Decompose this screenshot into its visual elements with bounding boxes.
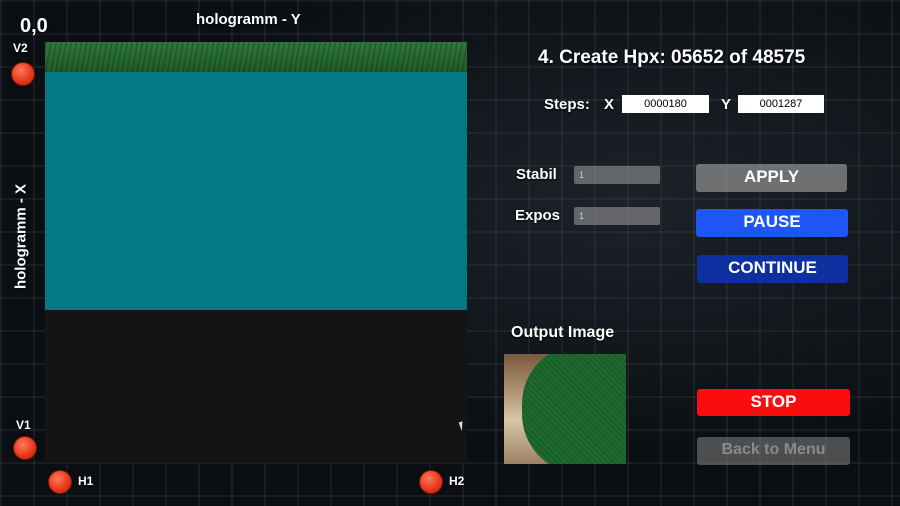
hologram-canvas bbox=[45, 42, 467, 463]
rendered-teal-area bbox=[45, 72, 467, 310]
step-x-label: X bbox=[604, 96, 615, 113]
step-y-value: 0001287 bbox=[738, 95, 824, 113]
corner-label-h1: H1 bbox=[78, 474, 94, 488]
step-x-value: 0000180 bbox=[622, 95, 709, 113]
stabil-label: Stabil bbox=[516, 166, 557, 183]
step-y-label: Y bbox=[721, 96, 732, 113]
output-image-preview bbox=[504, 354, 626, 464]
corner-handle-v2[interactable] bbox=[11, 62, 35, 86]
corner-handle-v1[interactable] bbox=[13, 436, 37, 460]
corner-label-v2: V2 bbox=[13, 41, 28, 55]
output-image-green-region bbox=[522, 354, 626, 464]
stop-button[interactable]: STOP bbox=[697, 389, 850, 416]
origin-label: 0,0 bbox=[20, 15, 48, 37]
steps-label: Steps: bbox=[544, 96, 590, 113]
continue-button[interactable]: CONTINUE bbox=[697, 255, 848, 283]
apply-button[interactable]: APPLY bbox=[696, 164, 847, 192]
corner-label-h2: H2 bbox=[449, 474, 465, 488]
pause-button[interactable]: PAUSE bbox=[696, 209, 848, 237]
corner-handle-h1[interactable] bbox=[48, 470, 72, 494]
mouse-cursor-icon bbox=[458, 419, 470, 432]
corner-handle-h2[interactable] bbox=[419, 470, 443, 494]
rendered-grass-strip bbox=[45, 42, 467, 74]
stabil-input[interactable]: 1 bbox=[574, 166, 660, 184]
expos-label: Expos bbox=[515, 207, 561, 224]
hologram-x-title: hologramm - X bbox=[12, 184, 30, 290]
hologram-y-title: hologramm - Y bbox=[196, 11, 301, 28]
expos-input[interactable]: 1 bbox=[574, 207, 660, 225]
progress-status: 4. Create Hpx: 05652 of 48575 bbox=[538, 47, 806, 68]
output-image-label: Output Image bbox=[511, 324, 615, 341]
back-to-menu-button[interactable]: Back to Menu bbox=[697, 437, 850, 465]
corner-label-v1: V1 bbox=[16, 418, 31, 432]
